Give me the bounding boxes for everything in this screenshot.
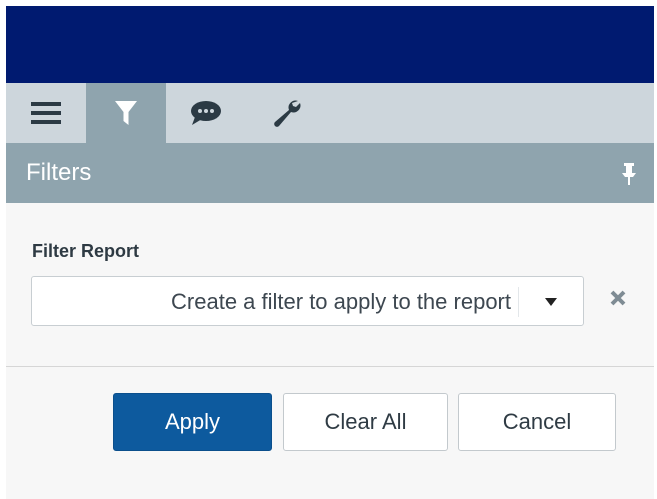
chevron-down-icon[interactable] xyxy=(545,298,557,306)
select-divider xyxy=(518,287,519,317)
panel-body: Filter Report Create a filter to apply t… xyxy=(6,203,654,499)
tab-comments[interactable] xyxy=(166,83,246,143)
tab-filters[interactable] xyxy=(86,83,166,143)
filter-report-label: Filter Report xyxy=(32,241,140,261)
top-app-bar xyxy=(6,6,654,83)
hamburger-menu-icon xyxy=(31,102,61,124)
cancel-button[interactable]: Cancel xyxy=(458,393,616,451)
speech-bubble-icon xyxy=(191,101,221,125)
panel-title: Filters xyxy=(26,159,92,186)
funnel-filter-icon xyxy=(115,101,137,125)
tab-menu[interactable] xyxy=(6,83,86,143)
panel-tab-strip xyxy=(6,83,654,143)
filter-select-placeholder: Create a filter to apply to the report xyxy=(171,289,511,314)
filter-report-select[interactable]: Create a filter to apply to the report xyxy=(31,276,584,326)
panel-header: Filters xyxy=(6,143,654,203)
divider xyxy=(6,366,654,367)
clear-all-button[interactable]: Clear All xyxy=(283,393,448,451)
apply-button[interactable]: Apply xyxy=(113,393,272,451)
filters-panel-window: Filters Filter Report Create a filter to… xyxy=(0,0,657,499)
wrench-icon xyxy=(274,100,301,127)
close-x-icon[interactable] xyxy=(607,287,629,309)
pin-icon[interactable] xyxy=(622,163,636,185)
tab-tools[interactable] xyxy=(246,83,326,143)
